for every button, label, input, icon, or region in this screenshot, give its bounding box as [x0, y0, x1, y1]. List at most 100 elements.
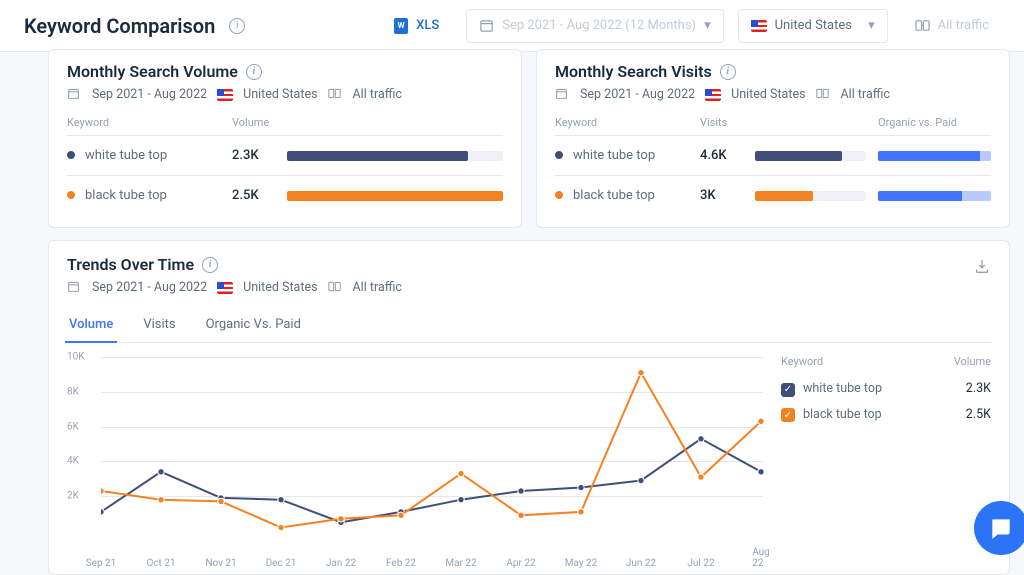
excel-icon: W — [394, 18, 408, 34]
export-xls-label: XLS — [416, 18, 439, 33]
card-country: United States — [731, 87, 805, 102]
page-title: Keyword Comparison — [24, 14, 215, 38]
card-title-text: Monthly Search Volume — [67, 62, 238, 81]
monthly-search-volume-card: Monthly Search Volume i Sep 2021 - Aug 2… — [48, 49, 522, 228]
intercom-launcher[interactable] — [974, 501, 1024, 555]
x-tick: Feb 22 — [386, 558, 416, 569]
legend-header-keyword: Keyword — [781, 355, 823, 368]
series-dot — [555, 151, 563, 159]
date-range-picker[interactable]: Sep 2021 - Aug 2022 (12 Months) ▾ — [466, 9, 723, 43]
top-bar: Keyword Comparison i W XLS Sep 2021 - Au… — [0, 0, 1024, 52]
info-icon[interactable]: i — [720, 64, 736, 80]
tab-volume[interactable]: Volume — [67, 309, 115, 342]
calendar-icon — [67, 280, 82, 295]
legend-value: 2.5K — [966, 407, 991, 422]
table-row: white tube top2.3K — [67, 136, 503, 176]
card-date-range: Sep 2021 - Aug 2022 — [92, 280, 207, 295]
x-tick: Jun 22 — [626, 558, 656, 569]
tab-organic-vs-paid[interactable]: Organic Vs. Paid — [204, 309, 303, 342]
organic-paid-bar — [878, 191, 991, 201]
calendar-icon — [67, 87, 82, 102]
x-tick: Oct 21 — [146, 558, 175, 569]
legend-keyword: white tube top — [803, 381, 882, 396]
download-button[interactable] — [973, 257, 991, 275]
country-picker[interactable]: United States ▾ — [738, 9, 888, 43]
table-row: black tube top 3K — [555, 176, 991, 215]
column-visits: Visits — [700, 116, 755, 129]
card-date-range: Sep 2021 - Aug 2022 — [92, 87, 207, 102]
legend-checkbox[interactable]: ✓ — [781, 408, 795, 422]
traffic-icon — [816, 87, 831, 102]
legend-row[interactable]: ✓ black tube top 2.5K — [781, 402, 991, 428]
y-tick: 4K — [67, 456, 79, 467]
visits-bar — [755, 151, 866, 161]
info-icon[interactable]: i — [229, 18, 245, 34]
card-country: United States — [243, 87, 317, 102]
calendar-icon — [555, 87, 570, 102]
x-tick: Jan 22 — [326, 558, 356, 569]
legend-row[interactable]: ✓ white tube top 2.3K — [781, 376, 991, 402]
calendar-icon — [479, 18, 494, 33]
x-tick: Mar 22 — [445, 558, 476, 569]
us-flag-icon — [751, 20, 767, 32]
column-keyword: Keyword — [555, 116, 700, 129]
column-organic-paid: Organic vs. Paid — [866, 116, 991, 129]
visits-value: 3K — [700, 188, 755, 203]
country-label: United States — [775, 18, 852, 33]
y-tick: 6K — [67, 421, 79, 432]
trend-chart: 2K4K6K8K10KSep 21Oct 21Nov 21Dec 21Jan 2… — [67, 351, 763, 569]
tab-visits[interactable]: Visits — [141, 309, 177, 342]
keyword-text: black tube top — [85, 188, 167, 203]
x-tick: Sep 21 — [86, 558, 117, 569]
traffic-icon — [328, 87, 343, 102]
table-row: white tube top 4.6K — [555, 136, 991, 176]
chevron-down-icon: ▾ — [704, 18, 711, 33]
visits-value: 4.6K — [700, 148, 755, 163]
keyword-text: black tube top — [573, 188, 655, 203]
y-tick: 10K — [67, 352, 85, 363]
series-dot — [67, 151, 75, 159]
legend-keyword: black tube top — [803, 407, 882, 422]
x-tick: Jul 22 — [687, 558, 714, 569]
x-tick: Nov 21 — [205, 558, 236, 569]
legend-header-volume: Volume — [954, 355, 991, 368]
info-icon[interactable]: i — [202, 257, 218, 273]
chart-legend: Keyword Volume ✓ white tube top 2.3K ✓ black… — [781, 351, 991, 569]
card-traffic: All traffic — [353, 87, 402, 102]
trends-over-time-card: Trends Over Time i Sep 2021 - Aug 2022 U… — [48, 240, 1010, 575]
card-date-range: Sep 2021 - Aug 2022 — [580, 87, 695, 102]
chevron-down-icon: ▾ — [868, 18, 875, 33]
visits-bar — [755, 191, 866, 201]
x-tick: Aug 22 — [752, 547, 770, 569]
column-keyword: Keyword — [67, 116, 232, 129]
info-icon[interactable]: i — [246, 64, 262, 80]
us-flag-icon — [217, 89, 233, 101]
card-traffic: All traffic — [353, 280, 402, 295]
y-tick: 2K — [67, 491, 79, 502]
card-traffic: All traffic — [841, 87, 890, 102]
us-flag-icon — [705, 89, 721, 101]
keyword-text: white tube top — [573, 148, 655, 163]
export-xls-button[interactable]: W XLS — [381, 9, 452, 43]
legend-value: 2.3K — [966, 381, 991, 396]
us-flag-icon — [217, 282, 233, 294]
traffic-label: All traffic — [938, 18, 989, 33]
keyword-text: white tube top — [85, 148, 167, 163]
card-title-text: Monthly Search Visits — [555, 62, 712, 81]
volume-value: 2.5K — [232, 188, 287, 203]
monthly-search-visits-card: Monthly Search Visits i Sep 2021 - Aug 2… — [536, 49, 1010, 228]
card-country: United States — [243, 280, 317, 295]
table-row: black tube top 2.5K — [67, 176, 503, 215]
traffic-icon — [328, 280, 343, 295]
date-range-label: Sep 2021 - Aug 2022 (12 Months) — [502, 18, 696, 33]
volume-bar — [287, 151, 503, 161]
traffic-icon — [915, 18, 930, 33]
card-title-text: Trends Over Time — [67, 255, 194, 274]
x-tick: May 22 — [565, 558, 598, 569]
legend-checkbox[interactable]: ✓ — [781, 383, 795, 397]
y-tick: 8K — [67, 386, 79, 397]
traffic-filter[interactable]: All traffic — [902, 9, 1002, 43]
series-dot — [67, 191, 75, 199]
column-volume: Volume — [232, 116, 287, 129]
organic-paid-bar — [878, 151, 991, 161]
